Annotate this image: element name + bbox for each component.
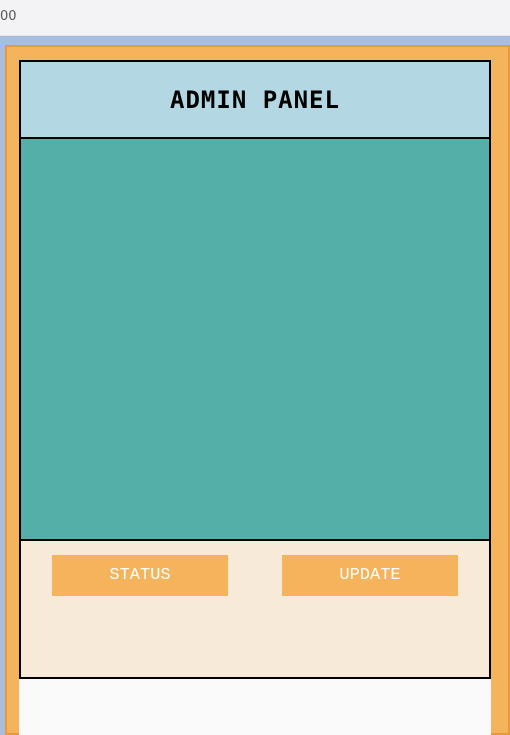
panel-footer: STATUS UPDATE bbox=[21, 541, 489, 677]
status-button[interactable]: STATUS bbox=[52, 555, 228, 596]
panel-title: ADMIN PANEL bbox=[170, 85, 340, 114]
update-button[interactable]: UPDATE bbox=[282, 555, 458, 596]
url-text: 00 bbox=[0, 9, 17, 24]
panel-content-area bbox=[21, 139, 489, 541]
page-background-below-panel bbox=[19, 679, 491, 735]
admin-panel: ADMIN PANEL STATUS UPDATE bbox=[19, 60, 491, 679]
browser-url-bar[interactable]: 00 bbox=[0, 0, 510, 36]
panel-header: ADMIN PANEL bbox=[21, 62, 489, 139]
